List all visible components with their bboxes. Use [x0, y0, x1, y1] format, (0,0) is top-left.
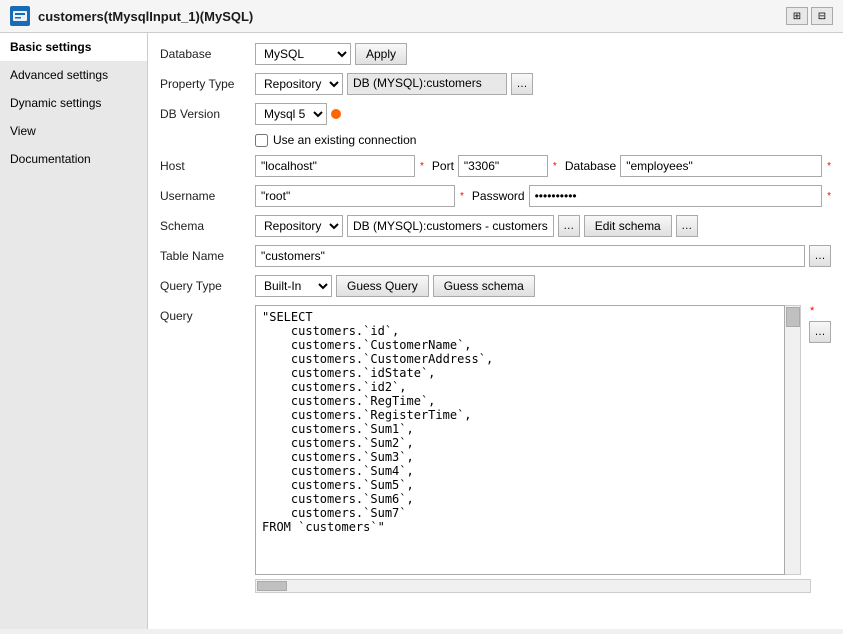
title-bar: customers(tMysqlInput_1)(MySQL) ⊞ ⊟ [0, 0, 843, 33]
schema-field: DB (MYSQL):customers - customers [347, 215, 554, 237]
tile-view-button[interactable]: ⊞ [786, 7, 808, 25]
sidebar-item-documentation[interactable]: Documentation [0, 145, 147, 173]
window-title: customers(tMysqlInput_1)(MySQL) [38, 9, 253, 24]
schema-browse-button[interactable]: … [558, 215, 580, 237]
sidebar-item-view[interactable]: View [0, 117, 147, 145]
query-textarea[interactable]: "SELECT customers.`id`, customers.`Custo… [255, 305, 785, 575]
username-label: Username [160, 189, 255, 203]
query-type-label: Query Type [160, 279, 255, 293]
property-type-label: Property Type [160, 77, 255, 91]
sidebar-item-basic-settings[interactable]: Basic settings [0, 33, 147, 61]
guess-query-button[interactable]: Guess Query [336, 275, 429, 297]
database2-input[interactable] [620, 155, 822, 177]
required-username: * [460, 191, 464, 202]
property-type-field: DB (MYSQL):customers [347, 73, 507, 95]
database-select[interactable]: MySQL PostgreSQL Oracle [255, 43, 351, 65]
database2-label: Database [565, 159, 616, 173]
split-view-button[interactable]: ⊟ [811, 7, 833, 25]
sidebar-item-advanced-settings[interactable]: Advanced settings [0, 61, 147, 89]
required-port: * [553, 161, 557, 172]
table-name-browse-button[interactable]: … [809, 245, 831, 267]
property-type-select[interactable]: Repository Built-In [255, 73, 343, 95]
use-existing-connection-checkbox[interactable] [255, 134, 268, 147]
query-hscrollbar[interactable] [255, 579, 811, 593]
host-input[interactable] [255, 155, 415, 177]
sidebar: Basic settings Advanced settings Dynamic… [0, 33, 148, 629]
query-browse-button[interactable]: … [809, 321, 831, 343]
version-indicator [331, 109, 341, 119]
username-input[interactable] [255, 185, 455, 207]
schema-extra-button[interactable]: … [676, 215, 698, 237]
sidebar-item-dynamic-settings[interactable]: Dynamic settings [0, 89, 147, 117]
schema-label: Schema [160, 219, 255, 233]
edit-schema-button[interactable]: Edit schema [584, 215, 672, 237]
query-scrollbar [785, 305, 801, 575]
app-icon [10, 6, 30, 26]
db-version-select[interactable]: Mysql 5 Mysql 8 [255, 103, 327, 125]
password-input[interactable] [529, 185, 823, 207]
db-version-label: DB Version [160, 107, 255, 121]
use-existing-connection-label[interactable]: Use an existing connection [273, 133, 416, 147]
database-label: Database [160, 47, 255, 61]
required-password: * [827, 191, 831, 202]
guess-schema-button[interactable]: Guess schema [433, 275, 535, 297]
property-type-browse-button[interactable]: … [511, 73, 533, 95]
host-label: Host [160, 159, 255, 173]
port-label: Port [432, 159, 454, 173]
table-name-label: Table Name [160, 249, 255, 263]
schema-type-select[interactable]: Repository Built-In [255, 215, 343, 237]
table-name-input[interactable] [255, 245, 805, 267]
password-label: Password [472, 189, 525, 203]
apply-button[interactable]: Apply [355, 43, 407, 65]
query-label: Query [160, 305, 255, 323]
required-db2: * [827, 161, 831, 172]
port-input[interactable] [458, 155, 548, 177]
content-area: Database MySQL PostgreSQL Oracle Apply P… [148, 33, 843, 629]
required-host: * [420, 161, 424, 172]
query-type-select[interactable]: Built-In Dynamic [255, 275, 332, 297]
required-query: * [810, 305, 831, 317]
